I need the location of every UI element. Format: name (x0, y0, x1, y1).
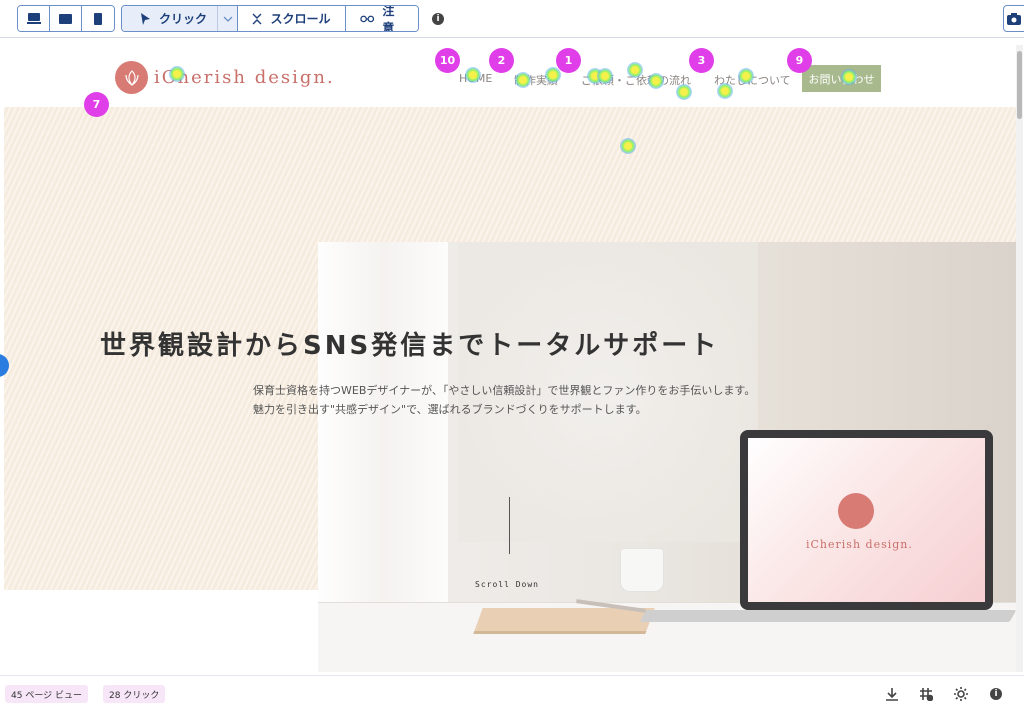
click-heat-spot (627, 62, 643, 78)
scroll-icon (252, 13, 262, 24)
hero-photo: iCherish design. (318, 242, 1016, 672)
cup (620, 548, 664, 592)
top-toolbar: クリック スクロール 注意 i (0, 0, 1024, 38)
cursor-icon (141, 12, 150, 25)
hero-subtitle-line-1: 保育士資格を持つWEBデザイナーが、「やさしい信頼設計」で世界観とファン作りをお… (253, 384, 756, 397)
flower-icon (115, 61, 148, 94)
scroll-indicator-line (509, 497, 510, 554)
click-heat-spot (738, 68, 754, 84)
desktop-view-button[interactable] (18, 6, 50, 31)
rank-badge[interactable]: 7 (84, 92, 109, 117)
attention-mode-button[interactable]: 注意 (346, 6, 418, 31)
heatmap-preview: iCherish design. iCherish design. HOME 制… (4, 45, 1023, 672)
info-icon[interactable]: i (990, 688, 1002, 700)
pageviews-badge: 45 ページ ビュー (5, 685, 88, 703)
heatmap-app: クリック スクロール 注意 i iCherish design. iCheris… (0, 0, 1024, 717)
preview-scrollbar[interactable] (1016, 45, 1023, 672)
rank-badge[interactable]: 2 (489, 48, 514, 73)
click-mode-button[interactable]: クリック (122, 6, 238, 31)
chevron-down-icon (223, 16, 232, 22)
scroll-mode-button[interactable]: スクロール (238, 6, 346, 31)
click-heat-spot (545, 67, 561, 83)
scroll-down-label[interactable]: Scroll Down (475, 580, 539, 589)
device-toggle (17, 5, 115, 32)
laptop-display: iCherish design. (748, 438, 985, 602)
laptop-logo-text: iCherish design. (806, 538, 913, 551)
mode-toggle: クリック スクロール 注意 (121, 5, 419, 32)
click-heat-spot (717, 83, 733, 99)
grid-off-icon[interactable] (919, 687, 933, 701)
laptop: iCherish design. (740, 430, 993, 610)
scroll-mode-label: スクロール (270, 12, 331, 26)
click-mode-label: クリック (159, 12, 208, 26)
click-heat-spot (676, 84, 692, 100)
attention-mode-label: 注意 (382, 5, 395, 32)
rank-badge[interactable]: 1 (556, 48, 581, 73)
notebook (473, 608, 655, 634)
screenshot-button[interactable] (1003, 5, 1024, 32)
scrollbar-thumb[interactable] (1017, 51, 1022, 119)
camera-icon (1007, 12, 1021, 25)
click-heat-spot (597, 68, 613, 84)
rank-badge[interactable]: 10 (435, 48, 460, 73)
click-heat-spot (515, 72, 531, 88)
site-logo[interactable]: iCherish design. (115, 61, 335, 94)
mobile-view-button[interactable] (82, 6, 114, 31)
laptop-logo-mark (838, 493, 874, 529)
hero-title: 世界観設計からSNS発信までトータルサポート (100, 331, 720, 361)
desktop-icon (26, 13, 41, 24)
mobile-icon (94, 12, 102, 25)
click-heat-spot (620, 138, 636, 154)
bottom-bar: 45 ページ ビュー 28 クリック i (0, 675, 1024, 717)
click-heat-spot (648, 73, 664, 89)
glasses-icon (360, 15, 375, 23)
tablet-icon (59, 13, 72, 24)
brightness-icon[interactable] (954, 687, 968, 701)
hero-subtitle-line-2: 魅力を引き出す"共感デザイン"で、選ばれるブランドづくりをサポートします。 (253, 403, 647, 416)
click-heat-spot (169, 66, 185, 82)
info-icon[interactable]: i (432, 13, 444, 25)
clicks-badge: 28 クリック (103, 685, 166, 703)
website-preview: iCherish design. iCherish design. HOME 制… (4, 45, 1016, 672)
rank-badge[interactable]: 3 (689, 48, 714, 73)
download-icon[interactable] (885, 687, 899, 701)
click-heat-spot (841, 69, 857, 85)
rank-badge[interactable]: 9 (787, 48, 812, 73)
tablet-view-button[interactable] (50, 6, 82, 31)
info-glyph: i (994, 689, 998, 699)
click-heat-spot (465, 67, 481, 83)
click-mode-dropdown[interactable] (217, 6, 237, 31)
info-glyph: i (436, 14, 440, 24)
laptop-base (639, 610, 1016, 622)
